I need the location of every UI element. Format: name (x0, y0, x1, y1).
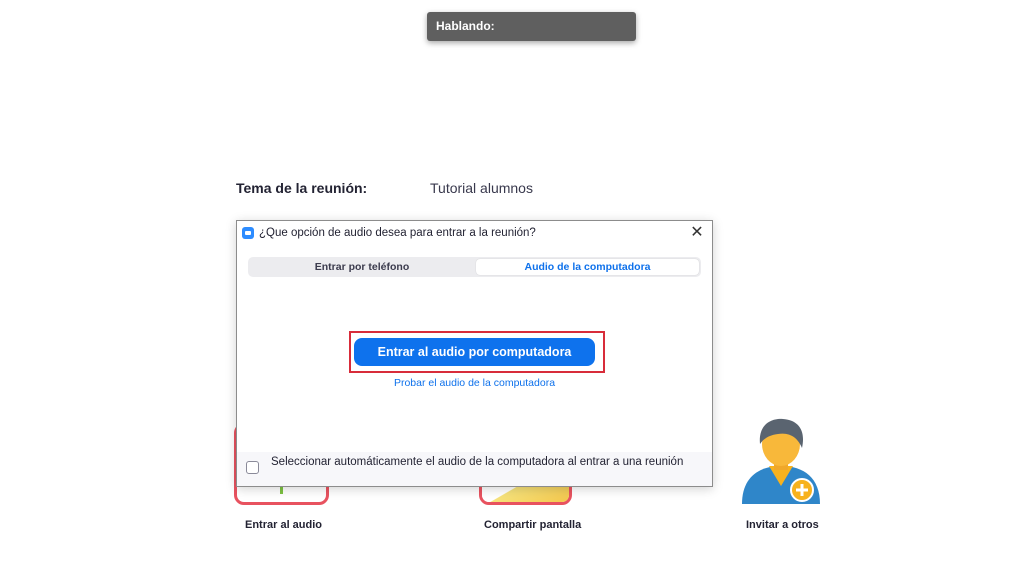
meeting-topic-value: Tutorial alumnos (430, 180, 533, 196)
tab-computer-audio[interactable]: Audio de la computadora (476, 259, 699, 275)
invite-others-label: Invitar a otros (746, 519, 819, 531)
speaking-label: Hablando: (436, 19, 495, 33)
tab-phone[interactable]: Entrar por teléfono (250, 259, 474, 275)
invite-others-button[interactable] (738, 416, 824, 506)
auto-join-checkbox[interactable] (246, 461, 259, 474)
join-computer-audio-button[interactable]: Entrar al audio por computadora (354, 338, 595, 366)
auto-join-checkbox-label[interactable]: Seleccionar automáticamente el audio de … (271, 455, 691, 470)
dialog-footer: Seleccionar automáticamente el audio de … (237, 452, 712, 486)
test-audio-link[interactable]: Probar el audio de la computadora (237, 377, 712, 389)
meeting-topic-row: Tema de la reunión: Tutorial alumnos (236, 178, 716, 198)
speaking-indicator: Hablando: (427, 12, 636, 41)
close-button[interactable]: ✕ (688, 224, 706, 242)
meeting-topic-label: Tema de la reunión: (236, 180, 368, 196)
meeting-info: Tema de la reunión: Tutorial alumnos (236, 178, 716, 198)
audio-options-dialog: ¿Que opción de audio desea para entrar a… (236, 220, 713, 487)
dialog-title: ¿Que opción de audio desea para entrar a… (259, 227, 536, 239)
audio-tabs: Entrar por teléfono Audio de la computad… (248, 257, 701, 277)
join-audio-label: Entrar al audio (245, 519, 323, 531)
share-screen-label: Compartir pantalla (484, 519, 582, 531)
invite-user-icon (742, 418, 820, 504)
zoom-app-icon (242, 227, 254, 239)
